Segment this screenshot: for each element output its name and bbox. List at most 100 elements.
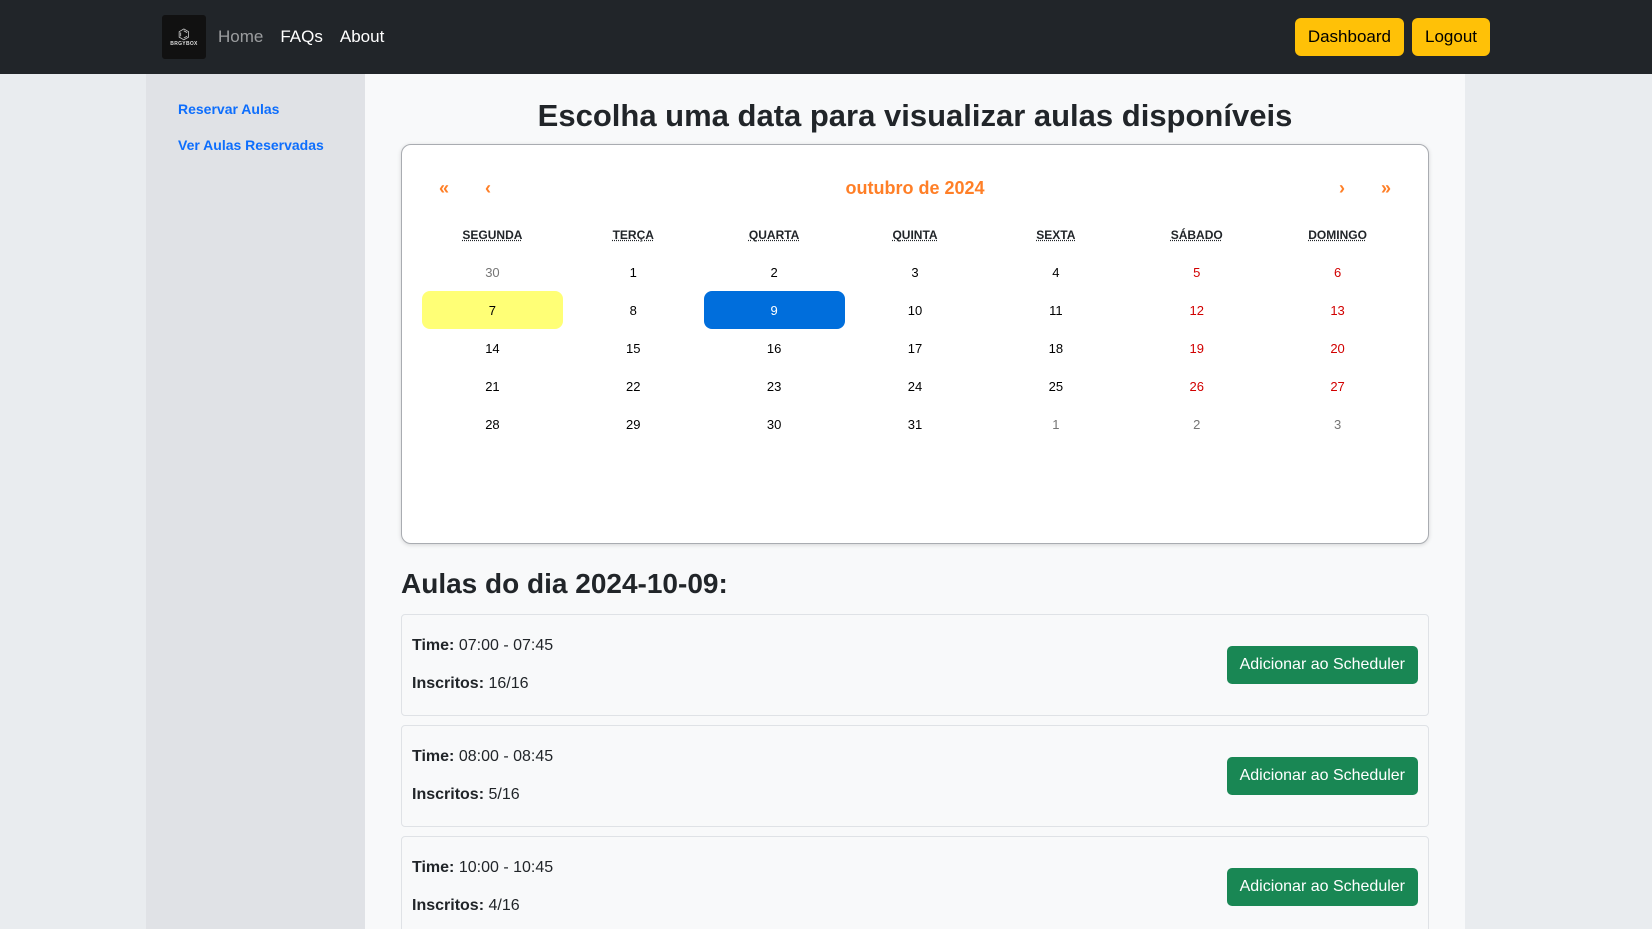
add-to-scheduler-button[interactable]: Adicionar ao Scheduler <box>1226 646 1418 684</box>
dashboard-button[interactable]: Dashboard <box>1294 18 1404 56</box>
calendar-day[interactable]: 20 <box>1267 329 1408 367</box>
nav-link-home[interactable]: Home <box>218 27 263 47</box>
calendar-week: 14 15 16 17 18 19 20 <box>422 329 1408 367</box>
calendar-day[interactable]: 3 <box>845 253 986 291</box>
class-list: Time: 07:00 - 07:45 Inscritos: 16/16 Adici… <box>401 614 1429 929</box>
calendar-day[interactable]: 18 <box>985 329 1126 367</box>
calendar-day[interactable]: 9 <box>703 291 845 329</box>
calendar-day[interactable]: 2 <box>704 253 845 291</box>
add-to-scheduler-button[interactable]: Adicionar ao Scheduler <box>1226 868 1418 906</box>
calendar-day[interactable]: 3 <box>1267 405 1408 443</box>
class-time: Time: 07:00 - 07:45 <box>412 637 1227 655</box>
page-layout: Reservar Aulas Ver Aulas Reservadas Esco… <box>0 74 1652 929</box>
calendar-day[interactable]: 17 <box>845 329 986 367</box>
time-label: Time: <box>412 637 455 654</box>
calendar-day[interactable]: 12 <box>1126 291 1267 329</box>
logout-button[interactable]: Logout <box>1412 18 1490 56</box>
calendar-day[interactable]: 26 <box>1126 367 1267 405</box>
time-value: 10:00 - 10:45 <box>458 859 554 876</box>
nav-link-about[interactable]: About <box>340 27 384 47</box>
calendar-day[interactable]: 8 <box>563 291 704 329</box>
logo-text: BRGYBOX <box>170 41 198 47</box>
calendar-week: 30 1 2 3 4 5 6 <box>422 253 1408 291</box>
brand-logo[interactable]: ⌬ BRGYBOX <box>162 15 206 59</box>
time-label: Time: <box>412 859 455 876</box>
calendar-week: 28 29 30 31 1 2 3 <box>422 405 1408 443</box>
calendar-day[interactable]: 30 <box>422 253 563 291</box>
sidebar-item-reservar-aulas[interactable]: Reservar Aulas <box>178 101 365 117</box>
left-gutter <box>0 74 146 929</box>
calendar-day[interactable]: 28 <box>422 405 563 443</box>
class-info: Time: 10:00 - 10:45 Inscritos: 4/16 <box>412 859 1227 915</box>
calendar-day[interactable]: 6 <box>1267 253 1408 291</box>
class-info: Time: 07:00 - 07:45 Inscritos: 16/16 <box>412 637 1227 693</box>
weekday-header: SEXTA <box>1036 228 1076 242</box>
calendar-day[interactable]: 31 <box>845 405 986 443</box>
calendar-day[interactable]: 14 <box>422 329 563 367</box>
weekday-header: QUARTA <box>748 228 800 242</box>
nav-links: Home FAQs About <box>218 27 401 47</box>
calendar-day[interactable]: 30 <box>704 405 845 443</box>
calendar-day[interactable]: 27 <box>1267 367 1408 405</box>
calendar-day[interactable]: 15 <box>563 329 704 367</box>
calendar-day[interactable]: 10 <box>845 291 986 329</box>
weekday-header: SÁBADO <box>1170 228 1223 242</box>
calendar-day[interactable]: 22 <box>563 367 704 405</box>
page-title: Escolha uma data para visualizar aulas d… <box>537 98 1293 133</box>
calendar-day[interactable]: 2 <box>1126 405 1267 443</box>
sidebar-item-ver-aulas-reservadas[interactable]: Ver Aulas Reservadas <box>178 137 365 153</box>
calendar-day[interactable]: 23 <box>704 367 845 405</box>
weekday-header: TERÇA <box>612 228 654 242</box>
calendar-day[interactable]: 5 <box>1126 253 1267 291</box>
calendar-day[interactable]: 1 <box>563 253 704 291</box>
class-card: Time: 07:00 - 07:45 Inscritos: 16/16 Adici… <box>401 614 1429 716</box>
calendar-day[interactable]: 16 <box>704 329 845 367</box>
enrolled-value: 5/16 <box>488 786 520 803</box>
calendar-weekdays: SEGUNDA TERÇA QUARTA QUINTA SEXTA SÁBADO DOMIN… <box>422 223 1408 247</box>
class-enrolled: Inscritos: 4/16 <box>412 897 1227 915</box>
enrolled-label: Inscritos: <box>412 675 485 692</box>
top-navbar: ⌬ BRGYBOX Home FAQs About Dashboard Logo… <box>0 0 1652 74</box>
sidebar: Reservar Aulas Ver Aulas Reservadas <box>146 74 365 929</box>
calendar: « ‹ outubro de 2024 › » SEGUNDA TERÇA QUAR… <box>401 144 1429 544</box>
nav-actions: Dashboard Logout <box>1294 18 1490 56</box>
calendar-day[interactable]: 11 <box>985 291 1126 329</box>
main-content: Escolha uma data para visualizar aulas d… <box>365 74 1465 929</box>
calendar-day[interactable]: 21 <box>422 367 563 405</box>
calendar-day[interactable]: 29 <box>563 405 704 443</box>
class-card: Time: 10:00 - 10:45 Inscritos: 4/16 Adicio… <box>401 836 1429 929</box>
class-time: Time: 08:00 - 08:45 <box>412 748 1227 766</box>
prev-month-button[interactable]: ‹ <box>466 178 510 199</box>
calendar-day[interactable]: 4 <box>985 253 1126 291</box>
time-value: 08:00 - 08:45 <box>458 748 554 765</box>
enrolled-label: Inscritos: <box>412 786 485 803</box>
class-enrolled: Inscritos: 16/16 <box>412 675 1227 693</box>
classes-heading: Aulas do dia 2024-10-09: <box>401 568 728 599</box>
class-enrolled: Inscritos: 5/16 <box>412 786 1227 804</box>
class-card: Time: 08:00 - 08:45 Inscritos: 5/16 Adicio… <box>401 725 1429 827</box>
nav-link-faqs[interactable]: FAQs <box>280 27 323 47</box>
calendar-day[interactable]: 1 <box>985 405 1126 443</box>
next-year-button[interactable]: » <box>1364 178 1408 199</box>
logo-icon: ⌬ <box>177 26 191 42</box>
weekday-header: SEGUNDA <box>462 228 523 242</box>
weekday-header: DOMINGO <box>1308 228 1367 242</box>
next-month-button[interactable]: › <box>1320 178 1364 199</box>
calendar-navigation: « ‹ outubro de 2024 › » <box>422 173 1408 203</box>
calendar-week: 7 8 9 10 11 12 13 <box>422 291 1408 329</box>
time-label: Time: <box>412 748 455 765</box>
time-value: 07:00 - 07:45 <box>458 637 554 654</box>
calendar-days: 30 1 2 3 4 5 6 7 8 9 10 11 12 13 14 15 16 17 18 19 20 21 22 23 2… <box>422 253 1408 443</box>
calendar-month-label[interactable]: outubro de 2024 <box>510 177 1320 200</box>
calendar-day[interactable]: 25 <box>985 367 1126 405</box>
calendar-day[interactable]: 13 <box>1267 291 1408 329</box>
weekday-header: QUINTA <box>892 228 938 242</box>
calendar-day[interactable]: 7 <box>422 291 563 329</box>
calendar-day[interactable]: 19 <box>1126 329 1267 367</box>
add-to-scheduler-button[interactable]: Adicionar ao Scheduler <box>1226 757 1418 795</box>
class-time: Time: 10:00 - 10:45 <box>412 859 1227 877</box>
calendar-day[interactable]: 24 <box>845 367 986 405</box>
class-info: Time: 08:00 - 08:45 Inscritos: 5/16 <box>412 748 1227 804</box>
calendar-week: 21 22 23 24 25 26 27 <box>422 367 1408 405</box>
prev-year-button[interactable]: « <box>422 178 466 199</box>
